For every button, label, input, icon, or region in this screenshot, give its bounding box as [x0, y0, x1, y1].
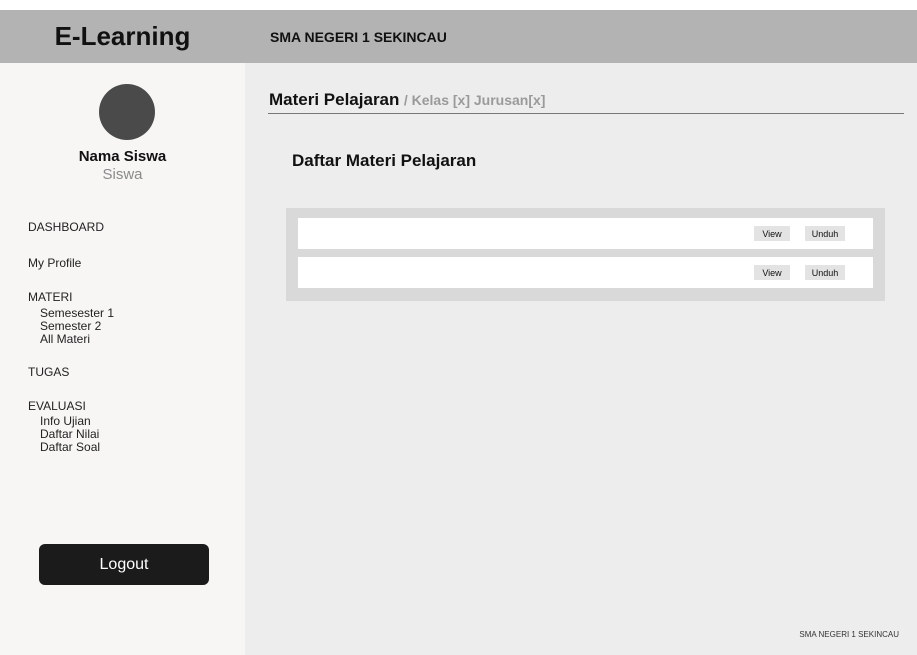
download-button[interactable]: Unduh [805, 265, 845, 280]
user-role: Siswa [102, 166, 143, 183]
sidebar-item-dashboard[interactable]: DASHBOARD [28, 220, 104, 234]
page-breadcrumb: / Kelas [x] Jurusan[x] [403, 92, 546, 108]
top-bar: E-Learning SMA NEGERI 1 SEKINCAU [0, 10, 917, 63]
main-content: Materi Pelajaran / Kelas [x] Jurusan[x] … [245, 63, 917, 655]
sidebar-item-daftar-soal[interactable]: Daftar Soal [40, 441, 100, 454]
app-brand[interactable]: E-Learning [0, 10, 245, 63]
footer-text: SMA NEGERI 1 SEKINCAU [799, 630, 899, 639]
section-title: Daftar Materi Pelajaran [292, 151, 477, 170]
view-button[interactable]: View [754, 226, 790, 241]
sidebar-item-tugas[interactable]: TUGAS [28, 365, 69, 379]
logout-button[interactable]: Logout [39, 544, 209, 585]
page-heading: Materi Pelajaran / Kelas [x] Jurusan[x] [269, 90, 545, 110]
sidebar-item-my-profile[interactable]: My Profile [28, 256, 81, 270]
sidebar-item-evaluasi[interactable]: EVALUASI [28, 399, 86, 413]
user-name: Nama Siswa [78, 148, 167, 165]
view-button[interactable]: View [754, 265, 790, 280]
materi-list-panel: View Unduh View Unduh [286, 208, 885, 301]
list-item: View Unduh [298, 218, 873, 249]
school-name: SMA NEGERI 1 SEKINCAU [270, 28, 447, 45]
sidebar: Nama Siswa Siswa DASHBOARD My Profile MA… [0, 63, 245, 655]
list-item: View Unduh [298, 257, 873, 288]
heading-divider [268, 113, 904, 114]
avatar [99, 84, 155, 140]
page-title: Materi Pelajaran [269, 90, 400, 109]
sidebar-item-all-materi[interactable]: All Materi [40, 333, 90, 346]
sidebar-item-materi[interactable]: MATERI [28, 290, 72, 304]
download-button[interactable]: Unduh [805, 226, 845, 241]
